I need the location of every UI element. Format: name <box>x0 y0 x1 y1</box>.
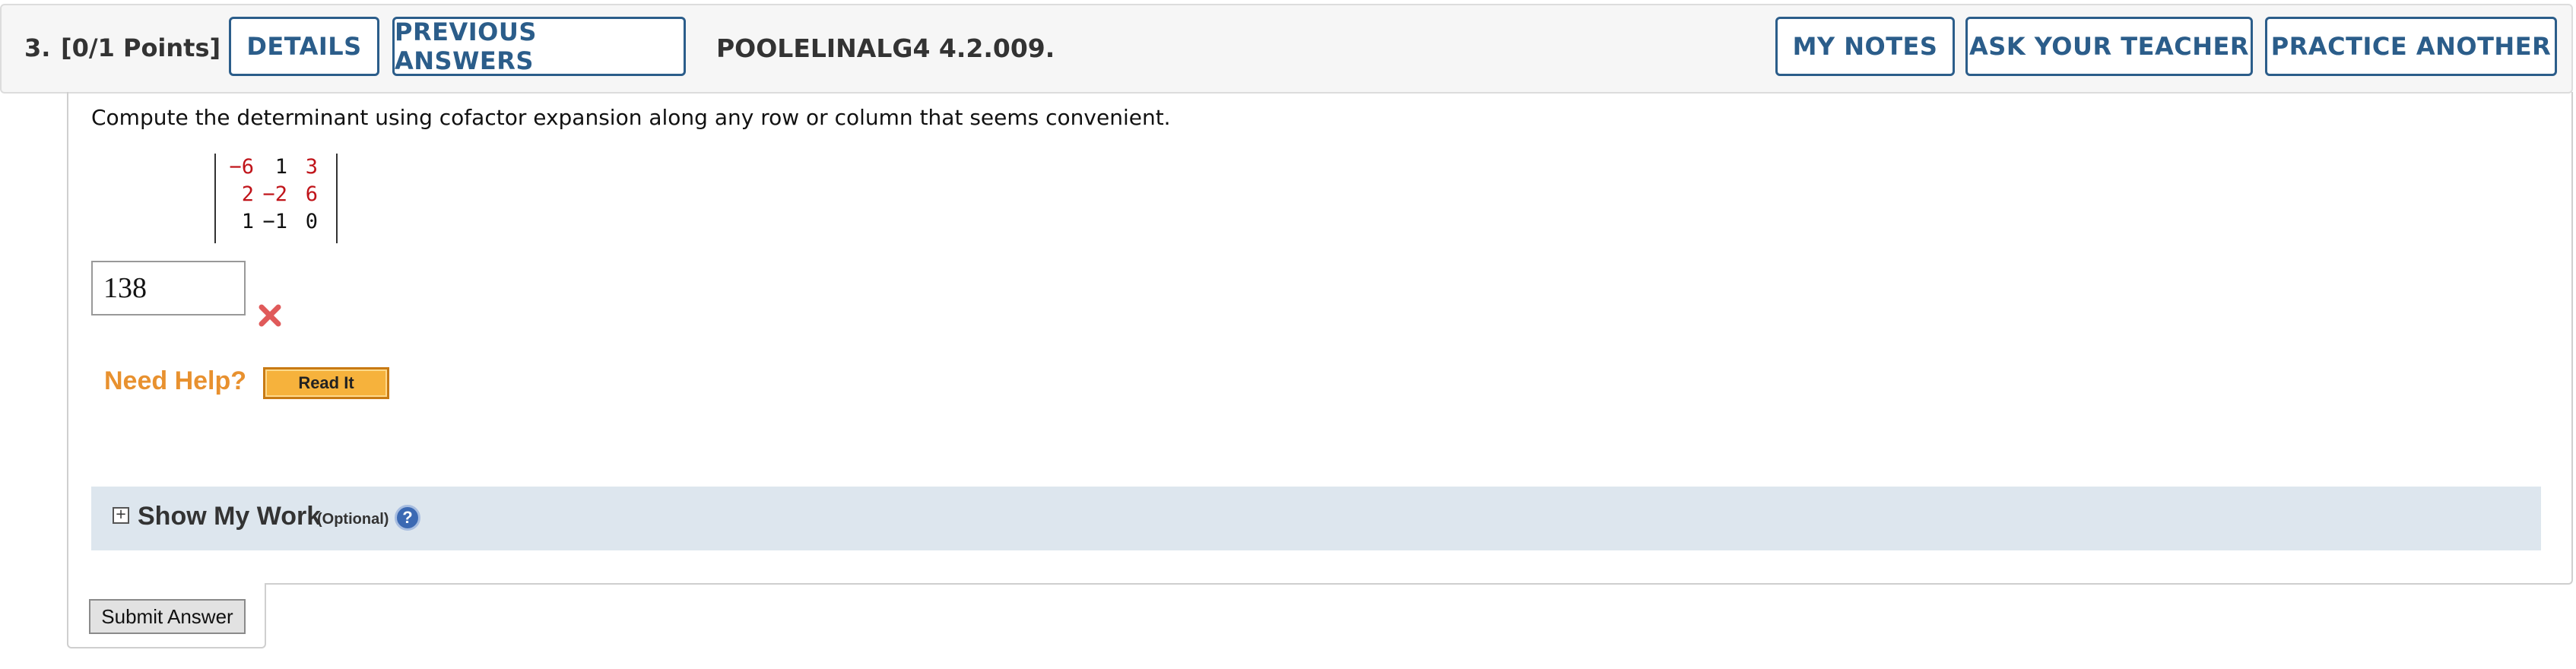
matrix-cell: 2 <box>241 182 254 206</box>
ask-your-teacher-button[interactable]: ASK YOUR TEACHER <box>1965 17 2253 76</box>
matrix-cell: −2 <box>262 182 287 206</box>
show-my-work-bar[interactable] <box>91 487 2541 550</box>
my-notes-button[interactable]: MY NOTES <box>1775 17 1955 76</box>
read-it-button[interactable]: Read It <box>263 367 389 399</box>
question-number: 3. <box>24 33 51 62</box>
matrix-cell: 6 <box>305 182 318 206</box>
matrix-cell: 3 <box>305 155 318 179</box>
matrix-cell: 1 <box>241 210 254 233</box>
matrix-cell: 1 <box>274 155 287 179</box>
matrix-cell: −6 <box>229 155 254 179</box>
show-my-work-label[interactable]: Show My Work <box>138 502 321 531</box>
practice-another-button[interactable]: PRACTICE ANOTHER <box>2265 17 2557 76</box>
answer-input[interactable] <box>91 261 246 315</box>
previous-answers-button[interactable]: PREVIOUS ANSWERS <box>392 17 686 76</box>
matrix-cell: 0 <box>305 210 318 233</box>
submit-answer-button[interactable]: Submit Answer <box>89 599 246 634</box>
optional-label: (Optional) <box>317 511 389 528</box>
incorrect-x-icon <box>259 304 281 327</box>
determinant-matrix: −6 1 3 2 −2 6 1 −1 0 <box>214 154 338 243</box>
details-button[interactable]: DETAILS <box>229 17 379 76</box>
question-prompt: Compute the determinant using cofactor e… <box>91 105 1171 130</box>
question-points: [0/1 Points] <box>61 33 221 62</box>
expand-plus-icon[interactable]: + <box>113 507 129 524</box>
need-help-label: Need Help? <box>104 366 247 395</box>
matrix-cell: −1 <box>262 210 287 233</box>
question-reference: POOLELINALG4 4.2.009. <box>716 33 1055 63</box>
help-question-icon[interactable]: ? <box>395 505 420 531</box>
